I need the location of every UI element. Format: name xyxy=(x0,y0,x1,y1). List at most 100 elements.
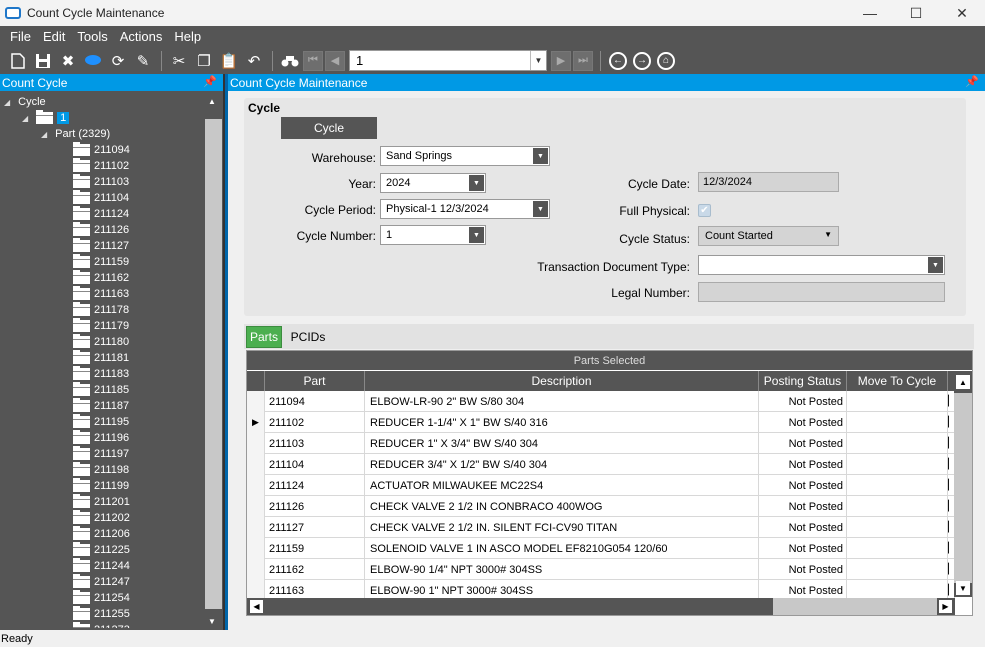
scroll-down-icon[interactable]: ▼ xyxy=(208,617,216,626)
tree-node-part-item[interactable]: 211180 xyxy=(73,334,129,350)
record-selector[interactable]: 1 ▼ xyxy=(349,50,547,71)
tab-pcids[interactable]: PCIDs xyxy=(288,326,328,348)
cell-move-to-cycle[interactable] xyxy=(847,496,948,517)
chevron-down-icon[interactable]: ▼ xyxy=(469,175,484,191)
tree-node-part-item[interactable]: 211196 xyxy=(73,430,129,446)
column-header-part[interactable]: Part xyxy=(265,371,365,391)
chevron-down-icon[interactable]: ▼ xyxy=(530,51,546,70)
tree-node-part-item[interactable]: 211202 xyxy=(73,510,130,526)
tree-node-part-item[interactable]: 211124 xyxy=(73,206,129,222)
tree-node-part-item[interactable]: 211126 xyxy=(73,222,129,238)
back-icon[interactable]: ← xyxy=(609,51,627,70)
forward-icon[interactable]: → xyxy=(633,51,651,70)
pin-icon[interactable]: 📌 xyxy=(203,75,217,88)
paste-icon[interactable]: 📋 xyxy=(217,50,241,72)
table-row[interactable]: ▶ 211102 REDUCER 1-1/4" X 1" BW S/40 316 No… xyxy=(247,412,955,433)
scroll-down-icon[interactable]: ▼ xyxy=(956,581,970,595)
tree-node-part-item[interactable]: 211273 xyxy=(73,622,130,628)
row-selector[interactable] xyxy=(247,475,265,496)
cell-move-to-cycle[interactable] xyxy=(847,559,948,580)
table-row[interactable]: 211127 CHECK VALVE 2 1/2 IN. SILENT FCI-C… xyxy=(247,517,955,538)
chevron-down-icon[interactable]: ▼ xyxy=(533,148,548,164)
tree-node-part-item[interactable]: 211201 xyxy=(73,494,130,510)
row-selector[interactable] xyxy=(247,433,265,454)
cycle-period-select[interactable]: Physical-1 12/3/2024 ▼ xyxy=(380,199,550,219)
row-selector[interactable] xyxy=(247,391,265,412)
cell-move-to-cycle[interactable] xyxy=(847,454,948,475)
tree-node-part-item[interactable]: 211179 xyxy=(73,318,129,334)
close-button[interactable]: ✕ xyxy=(939,0,985,26)
menu-help[interactable]: Help xyxy=(168,29,207,44)
last-record-icon[interactable]: ⏭ xyxy=(573,50,593,71)
new-icon[interactable] xyxy=(6,50,30,72)
tree-node-part-item[interactable]: 211178 xyxy=(73,302,129,318)
scroll-left-icon[interactable]: ◀ xyxy=(250,600,263,613)
tree-node-part-item[interactable]: 211195 xyxy=(73,414,129,430)
save-icon[interactable] xyxy=(31,50,55,72)
tree-node-part-item[interactable]: 211187 xyxy=(73,398,129,414)
table-row[interactable]: 211159 SOLENOID VALVE 1 IN ASCO MODEL EF8… xyxy=(247,538,955,559)
cell-move-to-cycle[interactable] xyxy=(847,412,948,433)
tree-node-part-item[interactable]: 211244 xyxy=(73,558,130,574)
tree-node-part-item[interactable]: 211127 xyxy=(73,238,129,254)
tree-node-part[interactable]: ◢ Part (2329) xyxy=(41,126,110,142)
scroll-up-icon[interactable]: ▲ xyxy=(208,97,216,106)
table-row[interactable]: 211104 REDUCER 3/4" X 1/2" BW S/40 304 Not… xyxy=(247,454,955,475)
tree-node-part-item[interactable]: 211181 xyxy=(73,350,129,366)
scroll-up-icon[interactable]: ▲ xyxy=(956,375,970,389)
table-row[interactable]: 211094 ELBOW-LR-90 2" BW S/80 304 Not Post… xyxy=(247,391,955,412)
scroll-right-icon[interactable]: ▶ xyxy=(939,600,952,613)
row-selector[interactable] xyxy=(247,559,265,580)
grid-vertical-scrollbar[interactable]: ▲ ▼ xyxy=(954,371,972,597)
maximize-button[interactable]: ☐ xyxy=(893,0,939,26)
cycle-number-select[interactable]: 1 ▼ xyxy=(380,225,486,245)
warehouse-select[interactable]: Sand Springs ▼ xyxy=(380,146,550,166)
row-selector[interactable]: ▶ xyxy=(247,412,265,433)
table-row[interactable]: 211126 CHECK VALVE 2 1/2 IN CONBRACO 400W… xyxy=(247,496,955,517)
tree-node-part-item[interactable]: 211225 xyxy=(73,542,130,558)
row-selector[interactable] xyxy=(247,517,265,538)
chevron-down-icon[interactable]: ▼ xyxy=(928,257,943,273)
copy-icon[interactable]: ❐ xyxy=(192,50,216,72)
scroll-thumb[interactable] xyxy=(954,393,972,583)
column-header-posting-status[interactable]: Posting Status xyxy=(759,371,847,391)
row-selector[interactable] xyxy=(247,454,265,475)
scroll-thumb[interactable] xyxy=(205,119,222,609)
table-row[interactable]: 211124 ACTUATOR MILWAUKEE MC22S4 Not Poste… xyxy=(247,475,955,496)
scroll-track[interactable] xyxy=(773,598,937,615)
clear-icon[interactable]: ✎ xyxy=(131,50,155,72)
tree-node-part-item[interactable]: 211162 xyxy=(73,270,129,286)
search-icon[interactable] xyxy=(278,50,302,72)
full-physical-checkbox[interactable]: ✔ xyxy=(698,204,711,217)
tree-node-part-item[interactable]: 211206 xyxy=(73,526,130,542)
menu-file[interactable]: File xyxy=(4,29,37,44)
tree-node-part-item[interactable]: 211183 xyxy=(73,366,129,382)
undo-icon[interactable]: ↶ xyxy=(242,50,266,72)
first-record-icon[interactable]: ⏮ xyxy=(303,50,323,71)
home-icon[interactable]: ⌂ xyxy=(657,51,675,70)
cell-move-to-cycle[interactable] xyxy=(847,538,948,559)
row-selector[interactable] xyxy=(247,538,265,559)
pin-icon[interactable]: 📌 xyxy=(965,75,979,88)
tree-node-part-item[interactable]: 211197 xyxy=(73,446,129,462)
tree-node-part-item[interactable]: 211159 xyxy=(73,254,129,270)
transaction-document-type-select[interactable]: ▼ xyxy=(698,255,945,275)
tree-node-part-item[interactable]: 211199 xyxy=(73,478,129,494)
table-row[interactable]: 211103 REDUCER 1" X 3/4" BW S/40 304 Not P… xyxy=(247,433,955,454)
menu-tools[interactable]: Tools xyxy=(71,29,113,44)
refresh-icon[interactable]: ⟳ xyxy=(106,50,130,72)
tree-node-part-item[interactable]: 211103 xyxy=(73,174,129,190)
scroll-thumb[interactable] xyxy=(265,598,773,615)
year-select[interactable]: 2024 ▼ xyxy=(380,173,486,193)
cell-move-to-cycle[interactable] xyxy=(847,475,948,496)
memo-icon[interactable] xyxy=(81,50,105,72)
expand-arrow-icon[interactable]: ◢ xyxy=(41,130,47,139)
cell-move-to-cycle[interactable] xyxy=(847,391,948,412)
grid-horizontal-scrollbar[interactable]: ◀ ▶ xyxy=(247,598,955,615)
expand-arrow-icon[interactable]: ◢ xyxy=(4,98,10,107)
tree-node-part-item[interactable]: 211185 xyxy=(73,382,129,398)
tree-node-part-item[interactable]: 211254 xyxy=(73,590,130,606)
tree-node-cycle-1[interactable]: ◢ 1 xyxy=(22,110,70,126)
previous-record-icon[interactable]: ◀ xyxy=(325,50,345,71)
tree-node-part-item[interactable]: 211102 xyxy=(73,158,129,174)
